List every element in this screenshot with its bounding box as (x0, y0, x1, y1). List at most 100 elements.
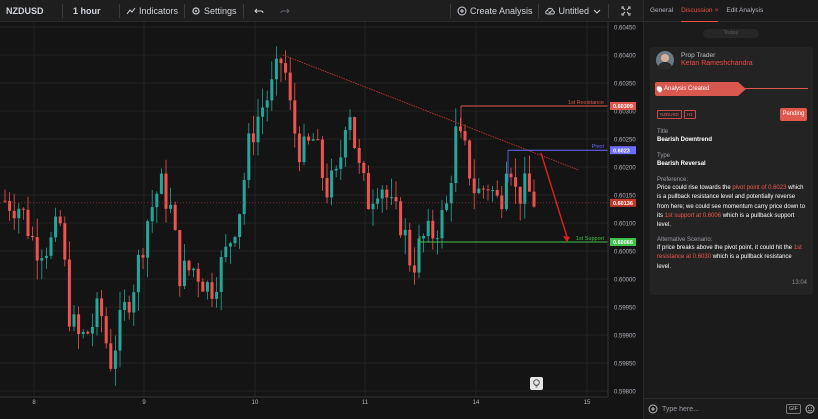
candle-body (81, 331, 85, 335)
candle-body (90, 326, 94, 334)
level-name-label: Pivot (592, 144, 605, 150)
candle-body (472, 178, 476, 194)
candle-body (40, 258, 44, 261)
layout-name: Untitled (558, 5, 589, 16)
price-tick-label: 0.60250 (614, 138, 636, 144)
settings-button[interactable]: Settings (185, 0, 243, 22)
emoji-icon[interactable] (805, 404, 815, 414)
candle-body (297, 133, 301, 163)
candle-body (100, 298, 104, 317)
candle-body (523, 173, 527, 204)
candle-body (353, 117, 357, 148)
price-tick-label: 0.59900 (614, 334, 636, 340)
candle-body (113, 350, 117, 369)
title-label: Title (657, 129, 669, 135)
price-tick-label: 0.60050 (614, 250, 636, 256)
time-tick-label: 15 (584, 400, 591, 406)
candle-body (343, 129, 347, 158)
candle-body (380, 189, 384, 199)
symbol-selector[interactable]: NZDUSD (0, 0, 62, 22)
candle-body (279, 58, 283, 64)
interval-selector[interactable]: 1 hour (63, 0, 119, 22)
tab-edit-analysis[interactable]: Edit Analysis (726, 0, 763, 21)
fullscreen-icon (621, 6, 631, 15)
price-tick-label: 0.59800 (614, 390, 636, 396)
event-banner: Analysis Created (655, 82, 746, 96)
arrow-head-icon (563, 236, 570, 243)
analysis-message-card: Prop Trader Ketan Rameshchandra Analysis… (650, 47, 813, 295)
candle-body (224, 246, 228, 258)
type-section: Type Bearish Reversal (657, 152, 807, 168)
price-tick-label: 0.60150 (614, 194, 636, 200)
candle-body (261, 107, 265, 117)
undo-button[interactable] (244, 0, 274, 22)
add-attachment-icon[interactable] (648, 404, 658, 414)
tab-discussion[interactable]: Discussion × (681, 0, 719, 22)
candle-body (468, 140, 472, 179)
candle-body (49, 237, 53, 256)
candle-body (307, 136, 311, 141)
candle-body (141, 254, 145, 258)
time-tick-label: 8 (32, 400, 36, 406)
price-tick-label: 0.60100 (614, 222, 636, 228)
candle-body (371, 203, 375, 210)
time-tick-label: 14 (473, 400, 480, 406)
candle-body (339, 157, 343, 169)
level-name-label: 1st Support (576, 236, 605, 242)
current-price-label: 0.60136 (613, 201, 633, 207)
candle-body (205, 282, 209, 292)
candle-body (311, 139, 315, 141)
candle-body (26, 209, 30, 237)
candle-body (3, 200, 7, 202)
event-label: Analysis Created (664, 86, 710, 92)
preference-label: Preference: (657, 177, 689, 183)
candle-body (104, 316, 108, 344)
tab-general[interactable]: General (650, 0, 673, 21)
gif-button[interactable]: GIF (785, 404, 801, 414)
candle-body (348, 117, 352, 130)
close-icon[interactable]: × (715, 7, 719, 14)
layout-selector[interactable]: Untitled (539, 0, 608, 22)
candle-body (12, 210, 16, 219)
candle-body (440, 210, 444, 239)
candle-body (21, 208, 25, 210)
message-input[interactable] (662, 405, 782, 413)
price-chart[interactable]: 0.60450 0.60400 0.60350 0.60300 0.60250 0.602… (0, 22, 643, 419)
candle-body (8, 200, 12, 211)
candle-body (449, 183, 453, 204)
candle-body (58, 216, 62, 224)
indicators-button[interactable]: Indicators (120, 0, 184, 22)
chart-canvas[interactable]: 0.60450 0.60400 0.60350 0.60300 0.60250 0.602… (0, 22, 643, 419)
indicators-label: Indicators (139, 5, 179, 16)
candle-body (458, 126, 462, 132)
price-tick-label: 0.60200 (614, 166, 636, 172)
create-analysis-button[interactable]: Create Analysis (451, 0, 539, 22)
candle-body (422, 236, 426, 239)
candle-body (417, 238, 421, 273)
time-axis: 8 9 10 11 14 15 (0, 396, 608, 406)
lightbulb-button[interactable] (530, 377, 543, 390)
candle-body (155, 193, 159, 208)
alternative-section: Alternative Scenario: If price breaks ab… (657, 236, 807, 272)
symbol-tag: NZDUSD (657, 110, 682, 119)
price-tick-label: 0.59950 (614, 306, 636, 312)
redo-button[interactable] (274, 0, 296, 22)
level-price-label: 0.6023 (613, 148, 630, 154)
candle-body (500, 195, 504, 210)
candle-body (150, 207, 154, 222)
candle-body (256, 116, 260, 143)
text-part: Price could rise towards the (657, 185, 733, 191)
fullscreen-button[interactable] (609, 0, 643, 22)
candle-body (320, 139, 324, 179)
price-tick-label: 0.60400 (614, 54, 636, 60)
candle-body (518, 186, 522, 204)
author-name[interactable]: Ketan Rameshchandra (681, 60, 753, 67)
type-value: Bearish Reversal (657, 161, 706, 167)
candle-body (118, 309, 122, 351)
candle-body (228, 243, 232, 247)
lightbulb-icon (533, 379, 540, 388)
candle-body (169, 204, 173, 209)
day-separator: Today (703, 29, 759, 38)
text-part: If price breaks above the pivot point, i… (657, 245, 794, 251)
author-role: Prop Trader (681, 52, 716, 59)
